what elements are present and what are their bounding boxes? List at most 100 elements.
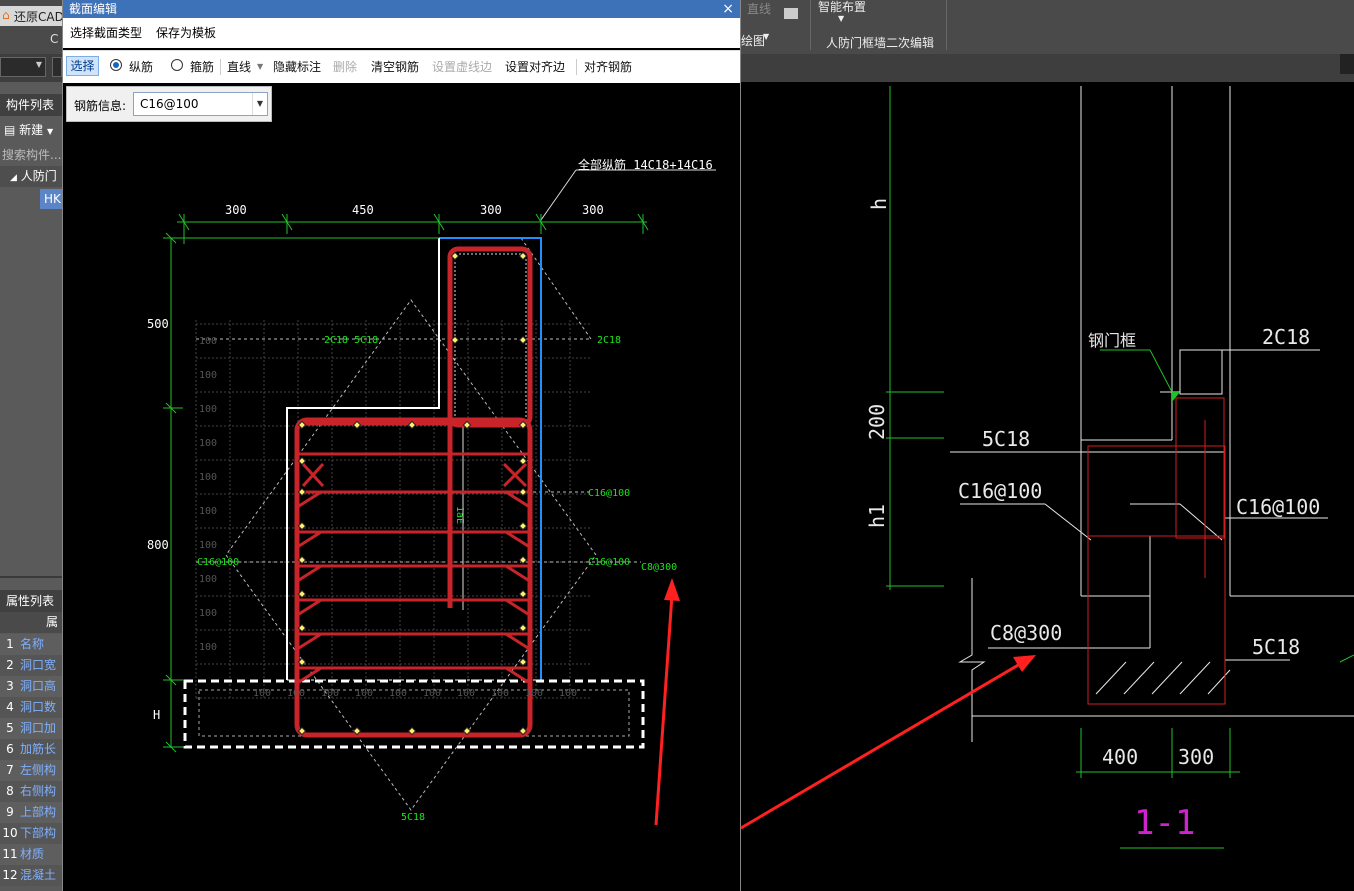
chevron-down-icon: ▼ [838,14,845,23]
ribbon-eraser-icon[interactable] [784,8,798,19]
ribbon-civil-defense-edit[interactable]: 人防门框墙二次编辑 [826,34,934,51]
floor-dropdown[interactable]: ▼ [0,57,46,77]
rebar-node [518,335,528,345]
set-dashed-edge-button[interactable]: 设置虚线边 [432,59,492,75]
ref-label-c16-left: C16@100 [958,479,1042,503]
ref-label-c8: C8@300 [990,621,1062,645]
label-5c18: 5C18 [401,812,425,823]
line-tool-button[interactable]: 直线 [227,59,251,75]
grid-label-bottom: 100 [389,688,407,699]
chevron-down-icon: ▼ [763,32,770,41]
horizontal-rebars[interactable] [298,422,529,684]
type-dropdown[interactable] [52,57,62,77]
new-component-button[interactable]: ▤ 新建 ▼ [0,120,62,141]
ribbon-divider [946,0,947,50]
label-c16-right-1: C16@100 [588,488,630,499]
property-row-number: 2 [6,658,14,672]
property-row[interactable]: 1 名称 [0,634,62,655]
ref-rebar-cage [1175,397,1225,539]
tie-hook [298,632,322,650]
dialog-toolbar: 选择 纵筋 箍筋 直线 ▼ 隐藏标注 删除 清空钢筋 设置虚线边 设置对齐边 对… [63,50,740,83]
property-row-label: 材质 [20,847,45,861]
section-outline[interactable] [286,238,440,680]
ref-break-line [958,578,986,742]
longitudinal-radio[interactable] [110,59,122,71]
property-row[interactable]: 9 上部构 [0,802,62,823]
property-row[interactable]: 11 材质 [0,844,62,865]
property-row-number: 5 [6,721,14,735]
delete-button[interactable]: 删除 [333,59,357,75]
property-row-label: 名称 [20,637,45,651]
ribbon-drawing-button[interactable]: 绘图 [741,32,765,49]
expand-arrow-icon[interactable]: ◢ [10,173,17,183]
grid-label-left: 100 [199,642,217,653]
ref-dim-200: 200 [865,404,889,440]
stirrup-label[interactable]: 箍筋 [190,59,214,75]
property-row[interactable]: 2 洞口宽 [0,655,62,676]
label-2c18-5c18: 2C18 5C18 [324,335,378,346]
property-row-label: 洞口宽 [20,658,57,672]
property-row-number: 1 [6,637,14,651]
dialog-menu-bar: 选择截面类型 保存为模板 [63,18,740,48]
rebar-node [450,335,460,345]
property-row[interactable]: 3 洞口高 [0,676,62,697]
grid-label-left: 100 [199,438,217,449]
select-button[interactable]: 选择 [66,56,99,76]
property-row[interactable]: 12 混凝土 [0,865,62,886]
property-row[interactable]: 8 右侧构 [0,781,62,802]
grid-label-bottom: 100 [559,688,577,699]
align-rebar-button[interactable]: 对齐钢筋 [584,59,632,75]
label-c16-right-2: C16@100 [588,557,630,568]
app-logo-icon: ⌂ [2,8,10,22]
property-row-label: 洞口高 [20,679,57,693]
label-2c18: 2C18 [597,335,621,346]
app-titlebar: ⌂ 还原CAD [0,6,64,26]
property-column-header: 属 [0,612,62,633]
new-icon: ▤ [4,123,16,137]
ref-leader [1044,503,1092,541]
panel-divider [0,576,62,578]
property-row-number: 12 [2,868,18,882]
ribbon-c-label: C [50,32,59,46]
chevron-down-icon: ▼ [47,127,54,136]
corner-ties[interactable] [301,462,528,488]
tie-hook [298,564,322,582]
dialog-titlebar[interactable]: 截面编辑 × [63,0,740,18]
tree-item-civil-defense-door[interactable]: ◢ 人防门 [0,166,62,187]
property-row[interactable]: 6 加筋长 [0,739,62,760]
menu-select-section-type[interactable]: 选择截面类型 [70,18,142,48]
property-row[interactable]: 5 洞口加 [0,718,62,739]
clear-rebar-button[interactable]: 清空钢筋 [371,59,419,75]
grid-label-bottom: 100 [423,688,441,699]
set-align-edge-button[interactable]: 设置对齐边 [505,59,565,75]
ribbon-line-button[interactable]: 直线 [747,0,771,17]
property-row-number: 8 [6,784,14,798]
property-row[interactable]: 7 左侧构 [0,760,62,781]
stirrup-radio[interactable] [171,59,183,71]
menu-save-as-template[interactable]: 保存为模板 [156,18,216,48]
tree-item-label: 人防门 [20,169,57,183]
property-row-number: 9 [6,805,14,819]
left-panel: 构件列表 ▤ 新建 ▼ 搜索构件... ◢ 人防门 HK 属性列表 属 1 名称 2… [0,82,62,891]
grid-label-bottom: 100 [525,688,543,699]
property-row[interactable]: 4 洞口数 [0,697,62,718]
chevron-down-icon[interactable]: ▼ [257,59,263,75]
property-row-label: 加筋长 [20,742,57,756]
label-lae: 1aE [454,506,465,524]
property-row[interactable]: 10 下部构 [0,823,62,844]
tree-item-hk-selected[interactable]: HK [40,189,62,209]
tie-hook [505,530,529,548]
ref-hatch [1207,669,1231,695]
ref-hatch [1151,661,1183,695]
component-search-input[interactable]: 搜索构件... [0,145,64,166]
longitudinal-label[interactable]: 纵筋 [129,59,153,75]
section-canvas[interactable]: 300 450 300 300 500 800 H 全部纵筋 14C18+14C… [63,86,740,891]
dimension-lines [163,213,649,753]
ribbon-smart-layout[interactable]: 智能布置 [818,0,866,15]
dimension-texts: 300 450 300 300 500 800 H 全部纵筋 14C18+14C… [147,157,713,722]
new-button-label: 新建 [19,123,44,137]
grid-label-left: 100 [199,370,217,381]
dim-top-3: 300 [480,203,502,217]
close-icon[interactable]: × [722,0,734,18]
hide-annotation-button[interactable]: 隐藏标注 [273,59,321,75]
